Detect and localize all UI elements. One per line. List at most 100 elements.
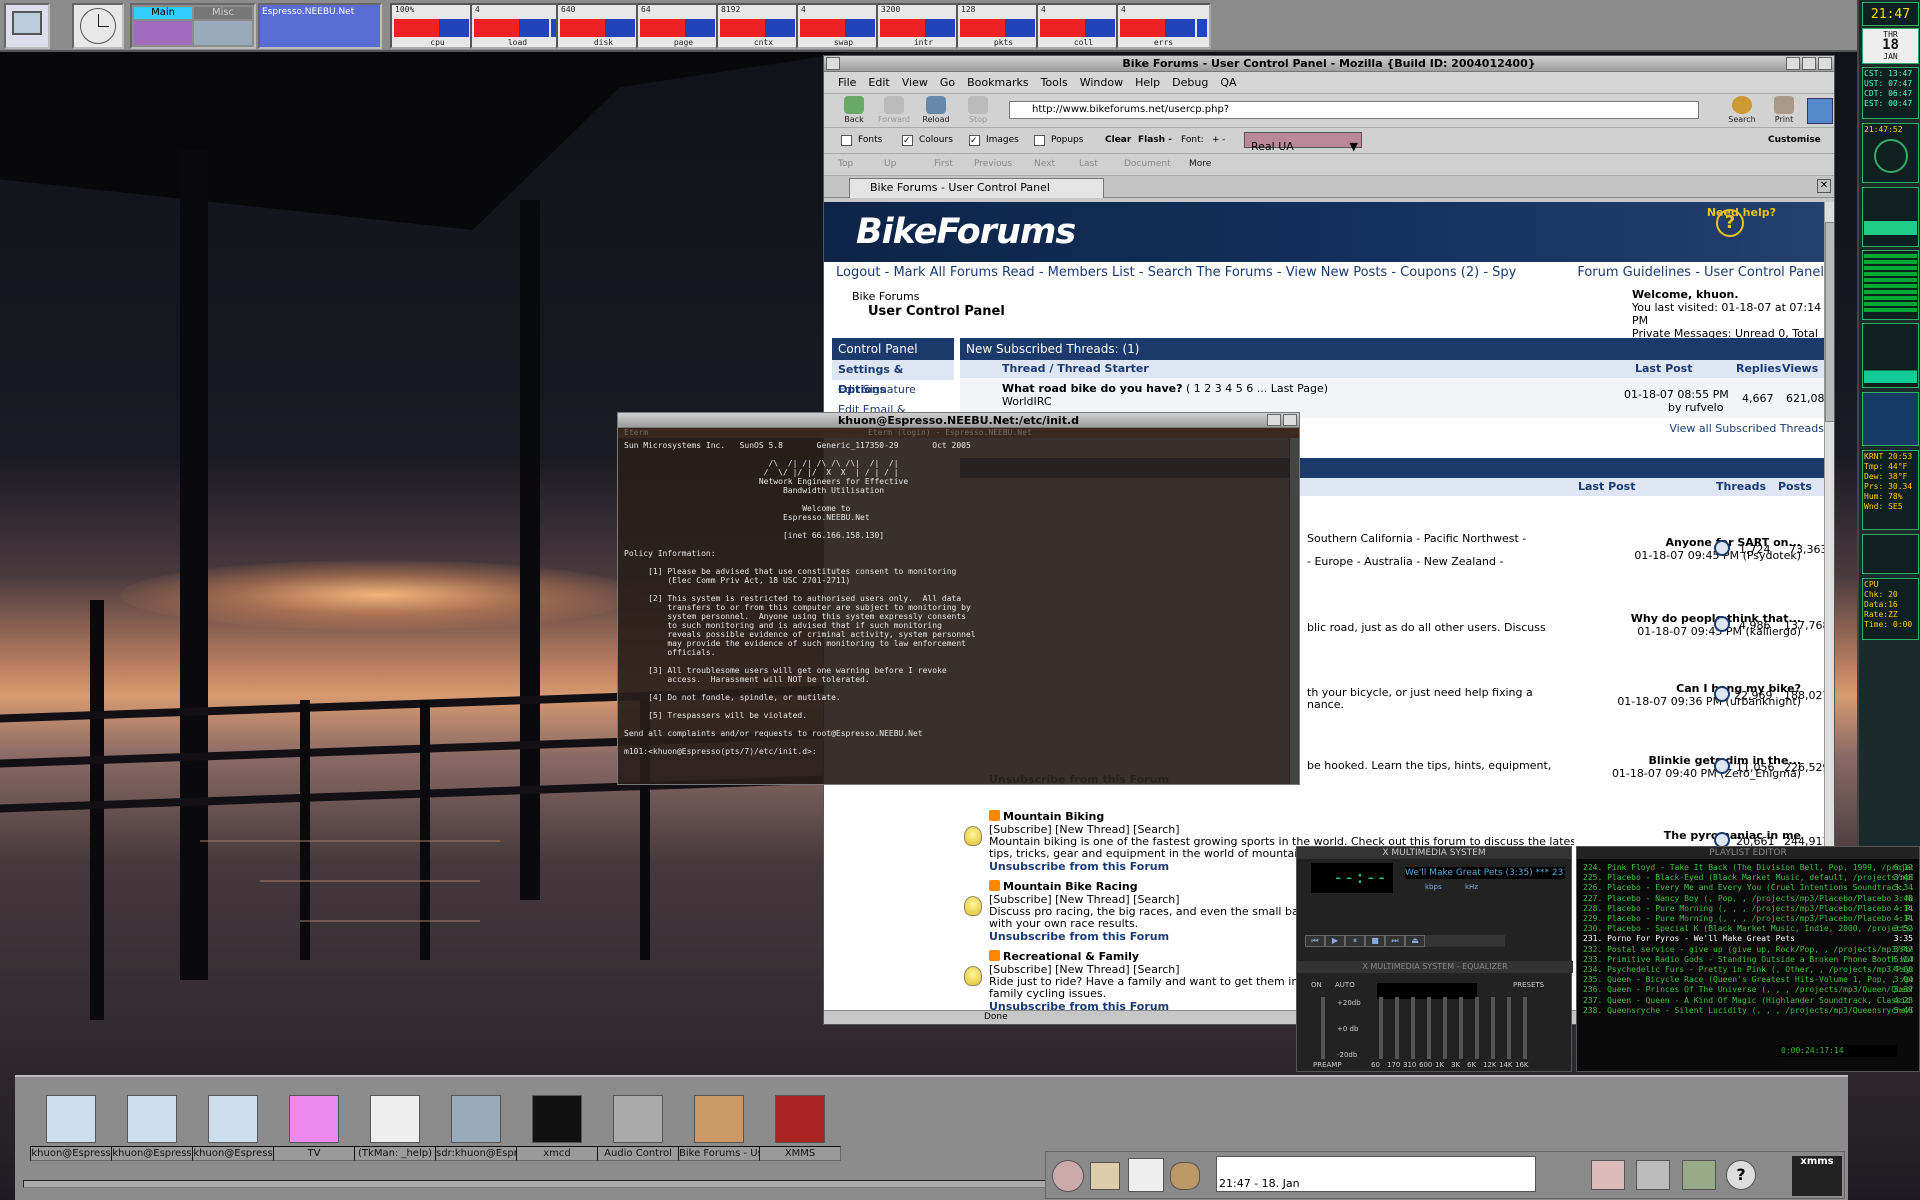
launcher-4[interactable]: (TkMan: _help)	[354, 1095, 436, 1161]
view-all-subscribed-link[interactable]: View all Subscribed Threads	[1669, 422, 1824, 435]
previous-icon[interactable]: ⏮	[1305, 935, 1325, 947]
eq-slider[interactable]	[1475, 997, 1479, 1059]
terminal-tab[interactable]: Eterm (login) - Espresso.NEEBU.Net	[868, 428, 1032, 437]
menu-file[interactable]: File	[838, 76, 856, 89]
link-first[interactable]: First	[934, 159, 953, 169]
pager-host[interactable]: Espresso.NEEBU.Net	[258, 3, 382, 49]
go-to-post-icon[interactable]	[1714, 686, 1730, 702]
tab-close-icon[interactable]: ✕	[1817, 179, 1831, 193]
rss-icon[interactable]	[989, 950, 1000, 961]
cp-settings[interactable]: Settings & Options	[832, 360, 954, 396]
menu-help[interactable]: Help	[1135, 76, 1160, 89]
menu-view[interactable]: View	[902, 76, 928, 89]
mozilla-titlebar[interactable]: Bike Forums - User Control Panel - Mozil…	[824, 56, 1834, 72]
link-more[interactable]: More	[1189, 159, 1211, 169]
playlist-item[interactable]: 224. Pink Floyd - Take It Back (The Divi…	[1583, 863, 1913, 873]
playlist-item[interactable]: 235. Queen - Bicycle Race (Queen's Great…	[1583, 975, 1913, 985]
thread-starter[interactable]: WorldIRC	[1002, 395, 1052, 408]
tab-bike-forums[interactable]: Bike Forums - User Control Panel	[849, 178, 1104, 198]
reload-button[interactable]: Reload	[916, 96, 956, 126]
link-up[interactable]: Up	[884, 159, 896, 169]
xmms-tray-icon[interactable]: xmms	[1792, 1156, 1842, 1196]
launcher-5[interactable]: sdr:khuon@Espr	[435, 1095, 517, 1161]
ua-select[interactable]: Real UA ▼	[1244, 132, 1362, 153]
forward-button[interactable]: Forward	[874, 96, 914, 126]
go-to-post-icon[interactable]	[1714, 758, 1730, 774]
eq-slider[interactable]	[1411, 997, 1415, 1059]
menu-debug[interactable]: Debug	[1172, 76, 1208, 89]
nav-links[interactable]: Logout - Mark All Forums Read - Members …	[836, 265, 1516, 280]
launcher-7[interactable]: Audio Control	[597, 1095, 679, 1161]
stop-button[interactable]: Stop	[958, 96, 998, 126]
cp-edit-signature[interactable]: Edit Signature	[832, 380, 954, 400]
popups-checkbox[interactable]	[1034, 135, 1045, 146]
launcher-8[interactable]: Bike Forums - Us	[678, 1095, 760, 1161]
playlist-item[interactable]: 225. Placebo - Black-Eyed (Black Market …	[1583, 873, 1913, 883]
launcher-9[interactable]: XMMS	[759, 1095, 841, 1161]
fonts-checkbox[interactable]	[841, 135, 852, 146]
play-icon[interactable]: ▶	[1325, 935, 1345, 947]
breadcrumb-root[interactable]: Bike Forums	[852, 290, 919, 303]
menu-window[interactable]: Window	[1080, 76, 1123, 89]
terminal-launch-icon[interactable]	[1128, 1158, 1164, 1192]
terminal-scrollbar[interactable]	[1289, 438, 1299, 784]
forum-name[interactable]: Recreational & Family	[1003, 950, 1139, 963]
forum-name[interactable]: Mountain Bike Racing	[1003, 880, 1138, 893]
playlist-item[interactable]: 234. Psychedelic Furs - Pretty in Pink (…	[1583, 965, 1913, 975]
nav-right-links[interactable]: Forum Guidelines - User Control Panel	[1577, 262, 1824, 284]
computer-icon[interactable]	[4, 3, 50, 49]
launcher-6[interactable]: xmcd	[516, 1095, 598, 1161]
stop-icon[interactable]: ■	[1365, 935, 1385, 947]
unsubscribe-link[interactable]: Unsubscribe from this Forum	[989, 860, 1169, 873]
link-next[interactable]: Next	[1034, 159, 1055, 169]
eq-slider[interactable]	[1491, 997, 1495, 1059]
thread-title[interactable]: What road bike do you have?	[1002, 382, 1182, 395]
rss-icon[interactable]	[989, 810, 1000, 821]
images-checkbox[interactable]: ✓	[969, 135, 980, 146]
window-menu-button[interactable]	[826, 57, 840, 70]
files-icon[interactable]	[1090, 1162, 1120, 1190]
link-last[interactable]: Last	[1079, 159, 1098, 169]
playlist-item[interactable]: 236. Queen - Princes Of The Universe (, …	[1583, 985, 1913, 995]
xmms-playlist[interactable]: PLAYLIST EDITOR 224. Pink Floyd - Take I…	[1576, 846, 1920, 1072]
launcher-0[interactable]: khuon@Espress	[30, 1095, 112, 1161]
playlist-item[interactable]: 229. Placebo - Pure Morning (, , , /proj…	[1583, 914, 1913, 924]
help-icon[interactable]: ?	[1716, 209, 1744, 237]
eq-slider[interactable]	[1395, 997, 1399, 1059]
gnome-foot-icon[interactable]	[1052, 1160, 1084, 1192]
playlist-item[interactable]: 230. Placebo - Special K (Black Market M…	[1583, 924, 1913, 934]
eject-icon[interactable]: ⏏	[1405, 935, 1425, 947]
xmms-player[interactable]: X MULTIMEDIA SYSTEM --:-- We'll Make Gre…	[1296, 846, 1573, 1072]
monitor-icon[interactable]	[1636, 1160, 1670, 1190]
playlist-item[interactable]: 238. Queensryche - Silent Lucidity (, , …	[1583, 1006, 1913, 1016]
link-document[interactable]: Document	[1124, 159, 1171, 169]
clear-button[interactable]: Clear	[1105, 135, 1131, 145]
terminal-titlebar[interactable]: khuon@Espresso.NEEBU.Net:/etc/init.d	[618, 413, 1299, 428]
eq-title[interactable]: X MULTIMEDIA SYSTEM - EQUALIZER	[1297, 961, 1573, 973]
url-field[interactable]: http://www.bikeforums.net/usercp.php?	[1009, 101, 1699, 119]
eq-slider[interactable]	[1507, 997, 1511, 1059]
go-to-post-icon[interactable]	[1714, 616, 1730, 632]
font-plus-button[interactable]: +	[1212, 135, 1220, 145]
next-icon[interactable]: ⏭	[1385, 935, 1405, 947]
colours-checkbox[interactable]: ✓	[902, 135, 913, 146]
scrollbar-thumb[interactable]	[1825, 222, 1834, 422]
pause-icon[interactable]: ⏸	[1345, 935, 1365, 947]
maximize-button[interactable]	[1802, 57, 1816, 70]
xmms-title[interactable]: X MULTIMEDIA SYSTEM	[1297, 847, 1571, 859]
mozilla-throbber-icon[interactable]	[1807, 98, 1833, 124]
launcher-2[interactable]: khuon@Espress	[192, 1095, 274, 1161]
panel-scrollbar[interactable]	[23, 1180, 1053, 1188]
print-button[interactable]: Print	[1764, 96, 1804, 126]
eq-slider[interactable]	[1459, 997, 1463, 1059]
rss-icon[interactable]	[989, 880, 1000, 891]
terminal-window[interactable]: khuon@Espresso.NEEBU.Net:/etc/init.d Ete…	[617, 412, 1300, 785]
eq-slider[interactable]	[1427, 997, 1431, 1059]
flash-button[interactable]: Flash -	[1138, 135, 1172, 145]
playlist-item[interactable]: 232. Postal service - give up (give up, …	[1583, 945, 1913, 955]
transport-controls[interactable]: ⏮ ▶ ⏸ ■ ⏭ ⏏	[1305, 935, 1505, 947]
menu-edit[interactable]: Edit	[868, 76, 889, 89]
forum-name[interactable]: Mountain Biking	[1003, 810, 1104, 823]
help-icon[interactable]: ?	[1726, 1160, 1756, 1190]
link-top[interactable]: Top	[838, 159, 853, 169]
